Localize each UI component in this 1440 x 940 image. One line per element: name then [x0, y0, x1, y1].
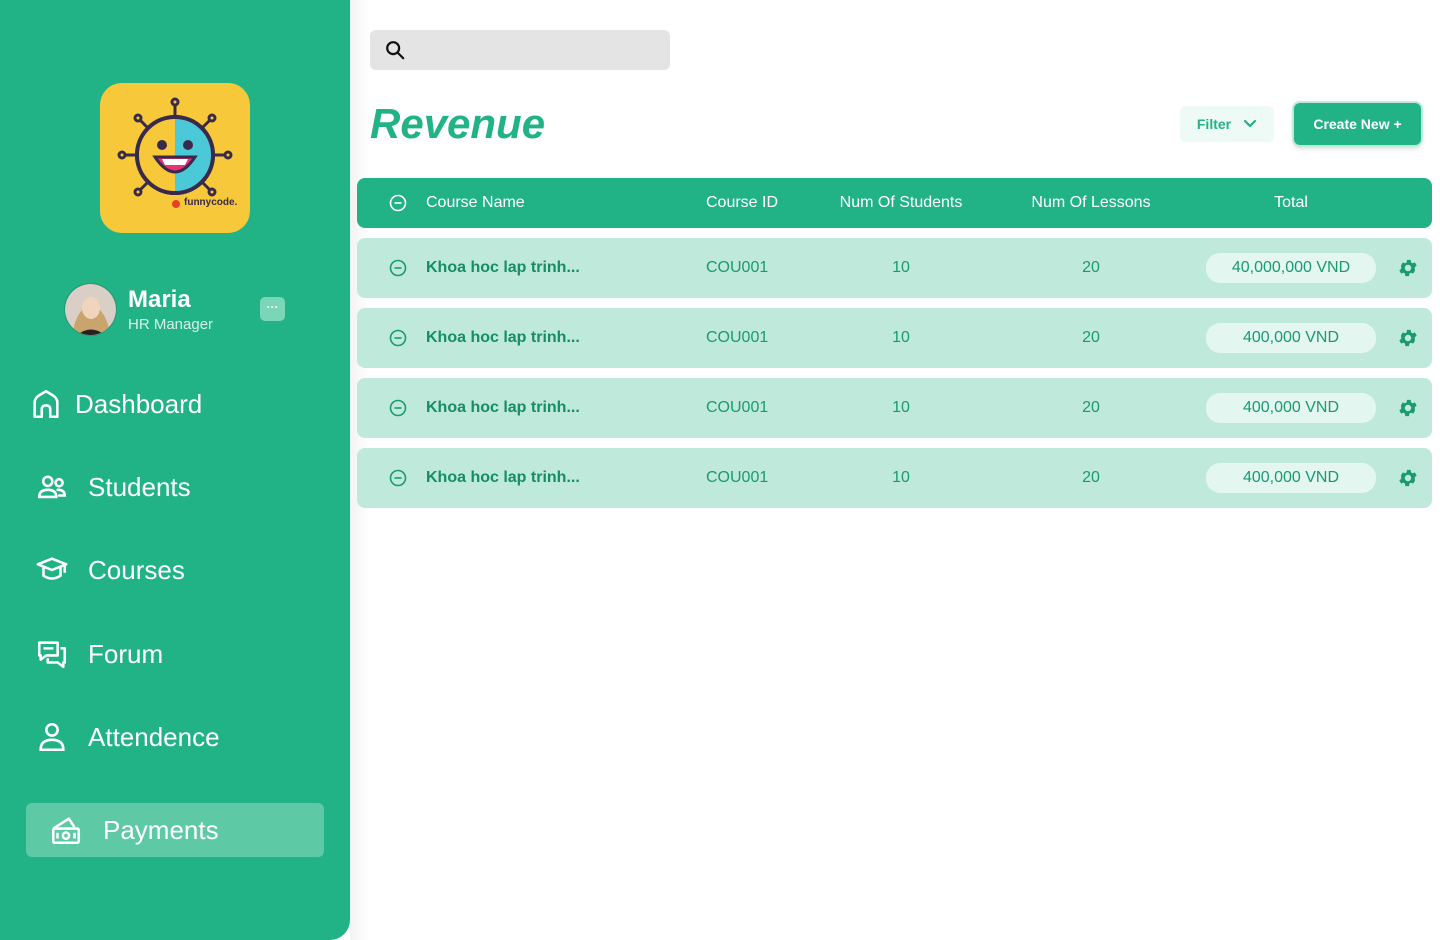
- chat-icon: [32, 634, 72, 674]
- profile-name: Maria: [128, 286, 191, 313]
- total-cell: 40,000,000 VND: [1206, 238, 1376, 298]
- total-cell: 400,000 VND: [1206, 378, 1376, 438]
- remove-icon[interactable]: [387, 238, 409, 298]
- course-name: Khoa hoc lap trinh...: [426, 259, 580, 276]
- total-cell: 400,000 VND: [1206, 448, 1376, 508]
- sidebar-item-payments[interactable]: Payments: [26, 803, 324, 857]
- gear-icon[interactable]: [1395, 308, 1421, 368]
- total-badge: 400,000 VND: [1206, 393, 1376, 423]
- num-students: 10: [892, 329, 910, 346]
- sidebar-item-label: Students: [88, 471, 191, 502]
- sidebar-item-dashboard[interactable]: Dashboard: [26, 377, 324, 431]
- home-icon: [26, 384, 66, 424]
- course-id: COU001: [706, 469, 769, 486]
- money-icon: [46, 810, 86, 850]
- profile-role: HR Manager: [128, 316, 214, 333]
- sidebar: funnycode. Maria HR Manager ··· Dashboar…: [0, 0, 350, 940]
- column-header[interactable]: Num Of Students: [821, 178, 981, 228]
- total-cell: 400,000 VND: [1206, 308, 1376, 368]
- num-students: 10: [892, 259, 910, 276]
- filter-button[interactable]: Filter: [1180, 106, 1274, 142]
- app-logo[interactable]: funnycode.: [100, 83, 250, 233]
- sidebar-item-label: Attendence: [88, 721, 220, 752]
- num-lessons: 20: [1082, 259, 1100, 276]
- num-lessons: 20: [1082, 399, 1100, 416]
- num-students: 10: [892, 399, 910, 416]
- profile-more-button[interactable]: ···: [260, 297, 285, 321]
- filter-label: Filter: [1196, 116, 1232, 132]
- remove-icon[interactable]: [387, 308, 409, 368]
- sidebar-item-courses[interactable]: Courses: [26, 543, 324, 597]
- sidebar-item-label: Dashboard: [75, 388, 203, 419]
- course-name: Khoa hoc lap trinh...: [426, 399, 580, 416]
- table-row[interactable]: Khoa hoc lap trinh... COU001 10 20 400,0…: [357, 448, 1432, 508]
- sidebar-item-label: Payments: [103, 814, 219, 845]
- column-header[interactable]: Num Of Lessons: [1011, 178, 1171, 228]
- sidebar-item-students[interactable]: Students: [26, 460, 324, 514]
- table-row[interactable]: Khoa hoc lap trinh... COU001 10 20 400,0…: [357, 308, 1432, 368]
- column-header[interactable]: Total: [1206, 178, 1376, 228]
- collapse-all-icon[interactable]: [387, 178, 409, 228]
- course-id: COU001: [706, 259, 769, 276]
- users-icon: [32, 467, 72, 507]
- search-icon: [384, 39, 406, 66]
- person-icon: [32, 717, 72, 757]
- avatar: [64, 283, 117, 336]
- num-lessons: 20: [1082, 329, 1100, 346]
- page-title: Revenue: [370, 100, 546, 147]
- column-header[interactable]: Course Name: [426, 178, 646, 228]
- course-name: Khoa hoc lap trinh...: [426, 469, 580, 486]
- gear-icon[interactable]: [1395, 378, 1421, 438]
- create-new-button[interactable]: Create New +: [1294, 103, 1421, 145]
- course-id: COU001: [706, 329, 769, 346]
- course-name: Khoa hoc lap trinh...: [426, 329, 580, 346]
- gear-icon[interactable]: [1395, 448, 1421, 508]
- gear-icon[interactable]: [1395, 238, 1421, 298]
- total-badge: 40,000,000 VND: [1206, 253, 1376, 283]
- table-row[interactable]: Khoa hoc lap trinh... COU001 10 20 400,0…: [357, 378, 1432, 438]
- course-id: COU001: [706, 399, 769, 416]
- search-input[interactable]: [370, 30, 670, 70]
- logo-mascot-icon: [117, 97, 233, 208]
- table-row[interactable]: Khoa hoc lap trinh... COU001 10 20 40,00…: [357, 238, 1432, 298]
- sidebar-item-attendence[interactable]: Attendence: [26, 710, 324, 764]
- sidebar-item-label: Courses: [88, 554, 185, 585]
- chevron-down-icon: [1243, 116, 1257, 132]
- graduation-cap-icon: [32, 550, 72, 590]
- sidebar-item-forum[interactable]: Forum: [26, 627, 324, 681]
- remove-icon[interactable]: [387, 378, 409, 438]
- total-badge: 400,000 VND: [1206, 463, 1376, 493]
- num-students: 10: [892, 469, 910, 486]
- table-header: Course Name Course ID Num Of Students Nu…: [357, 178, 1432, 228]
- remove-icon[interactable]: [387, 448, 409, 508]
- sidebar-item-label: Forum: [88, 638, 164, 669]
- num-lessons: 20: [1082, 469, 1100, 486]
- column-header[interactable]: Course ID: [706, 178, 816, 228]
- total-badge: 400,000 VND: [1206, 323, 1376, 353]
- logo-text: funnycode.: [184, 197, 238, 208]
- user-profile[interactable]: Maria HR Manager ···: [64, 282, 294, 336]
